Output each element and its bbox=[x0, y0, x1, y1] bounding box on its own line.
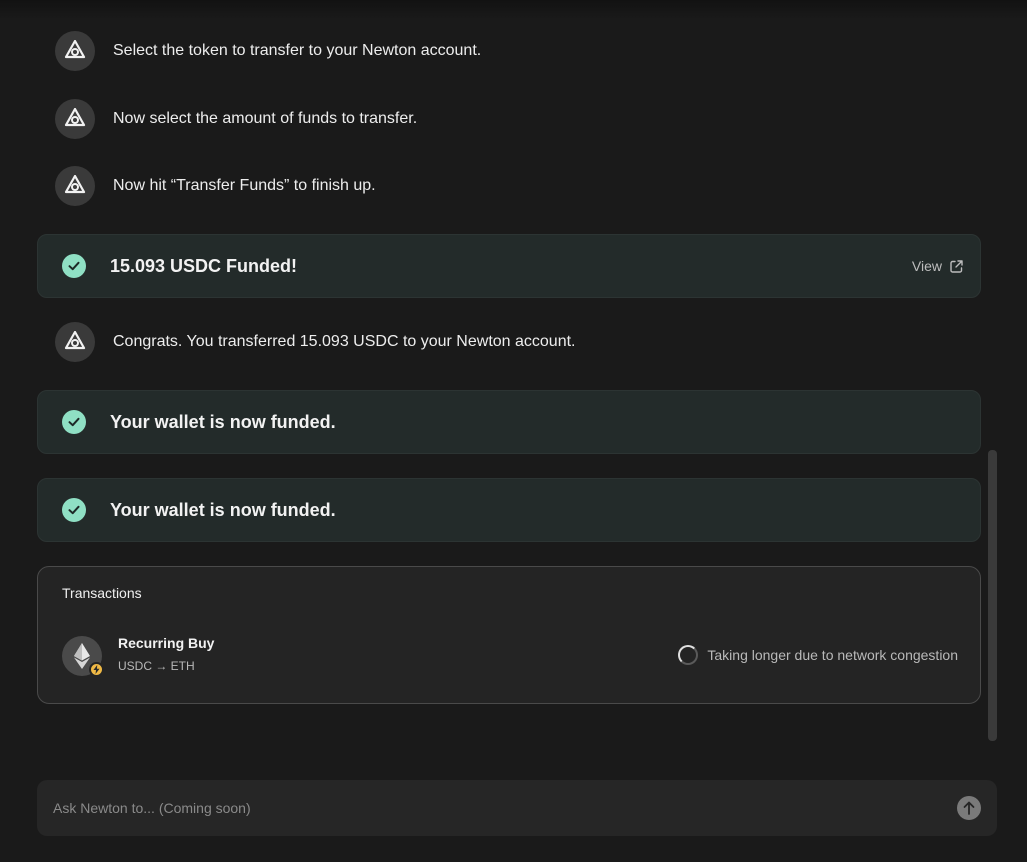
newton-logo-icon bbox=[55, 322, 95, 362]
transaction-name: Recurring Buy bbox=[118, 635, 215, 651]
top-fade bbox=[0, 0, 1027, 20]
card-title: Your wallet is now funded. bbox=[110, 411, 336, 432]
wallet-funded-card: Your wallet is now funded. bbox=[37, 478, 981, 542]
chat-input-bar bbox=[37, 780, 997, 836]
newton-logo-icon bbox=[55, 99, 95, 139]
newton-logo-icon bbox=[55, 31, 95, 71]
assistant-message: Now hit “Transfer Funds” to finish up. bbox=[55, 166, 376, 206]
transactions-title: Transactions bbox=[62, 585, 142, 601]
check-circle-icon bbox=[62, 410, 86, 434]
assistant-message: Now select the amount of funds to transf… bbox=[55, 99, 417, 139]
transaction-row[interactable]: Recurring Buy USDC → ETH Taking longer d… bbox=[62, 635, 958, 677]
wallet-funded-card: Your wallet is now funded. bbox=[37, 390, 981, 454]
message-text: Now select the amount of funds to transf… bbox=[113, 110, 418, 127]
bolt-icon bbox=[89, 662, 104, 677]
status-text: Taking longer due to network congestion bbox=[707, 647, 958, 663]
message-text: Congrats. You transferred 15.093 USDC to… bbox=[113, 333, 576, 350]
card-title: Your wallet is now funded. bbox=[110, 499, 336, 520]
newton-logo-icon bbox=[55, 166, 95, 206]
view-label: View bbox=[911, 258, 942, 274]
assistant-message: Select the token to transfer to your New… bbox=[55, 31, 481, 71]
ask-input[interactable] bbox=[53, 780, 933, 836]
scrollbar[interactable] bbox=[988, 450, 997, 741]
assistant-message: Congrats. You transferred 15.093 USDC to… bbox=[55, 322, 575, 362]
send-button[interactable] bbox=[957, 796, 981, 820]
arrow-up-icon bbox=[963, 801, 975, 815]
transactions-card: Transactions Recurring Buy USDC → ETH Ta… bbox=[37, 566, 981, 704]
message-text: Now hit “Transfer Funds” to finish up. bbox=[113, 177, 376, 194]
spinner-icon bbox=[678, 645, 699, 665]
transaction-pair: USDC → ETH bbox=[118, 659, 195, 673]
view-link[interactable]: View bbox=[912, 258, 964, 274]
external-link-icon bbox=[950, 259, 963, 273]
check-circle-icon bbox=[62, 254, 86, 278]
funded-card: 15.093 USDC Funded! View bbox=[37, 234, 981, 298]
transaction-status: Taking longer due to network congestion bbox=[678, 645, 958, 665]
card-title: 15.093 USDC Funded! bbox=[110, 255, 298, 276]
check-circle-icon bbox=[62, 498, 86, 522]
message-text: Select the token to transfer to your New… bbox=[113, 42, 482, 59]
